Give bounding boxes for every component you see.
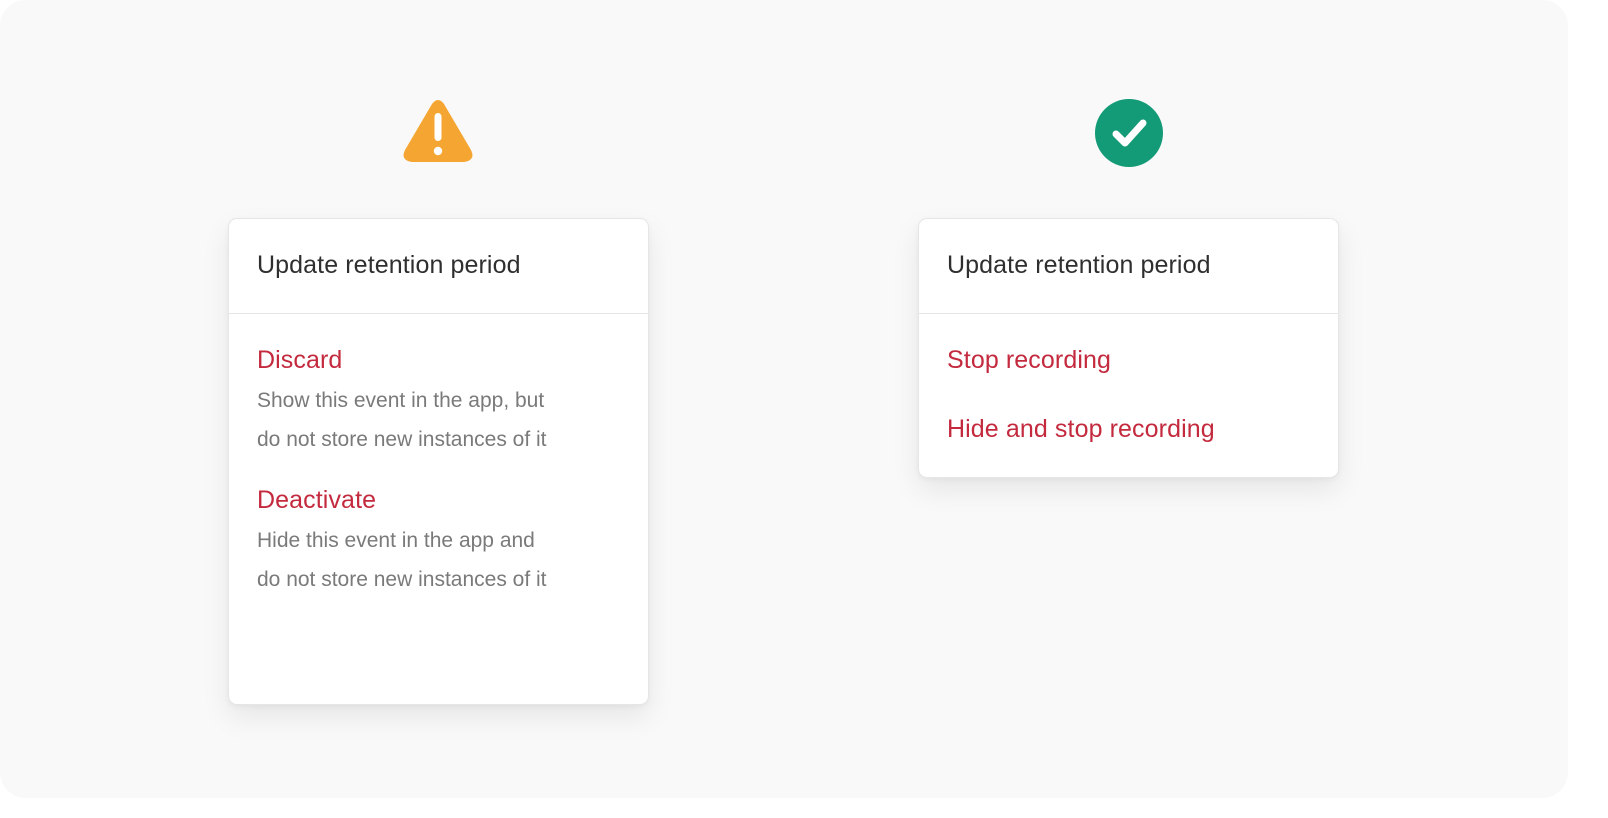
menu-title: Update retention period bbox=[257, 251, 521, 279]
retention-menu-good-example: Update retention period Stop recording H… bbox=[918, 218, 1339, 478]
menu-title: Update retention period bbox=[947, 251, 1211, 279]
warning-triangle-icon bbox=[402, 98, 474, 170]
stop-recording-label: Stop recording bbox=[947, 346, 1111, 374]
stop-recording-option[interactable]: Stop recording bbox=[947, 314, 1310, 375]
deactivate-option-label: Deactivate bbox=[257, 486, 377, 514]
discard-option-description: Show this event in the app, but do not s… bbox=[257, 389, 547, 451]
hide-and-stop-recording-label: Hide and stop recording bbox=[947, 415, 1215, 443]
menu-header: Update retention period bbox=[229, 219, 648, 314]
check-circle-icon bbox=[1093, 97, 1165, 169]
menu-header: Update retention period bbox=[919, 219, 1338, 314]
discard-option[interactable]: Discard Show this event in the app, but … bbox=[257, 314, 620, 459]
discard-option-label: Discard bbox=[257, 346, 343, 374]
retention-menu-bad-example: Update retention period Discard Show thi… bbox=[228, 218, 649, 705]
deactivate-option-description: Hide this event in the app and do not st… bbox=[257, 529, 547, 591]
deactivate-option[interactable]: Deactivate Hide this event in the app an… bbox=[257, 459, 620, 599]
canvas: Update retention period Discard Show thi… bbox=[0, 0, 1568, 798]
hide-and-stop-recording-option[interactable]: Hide and stop recording bbox=[947, 375, 1310, 444]
